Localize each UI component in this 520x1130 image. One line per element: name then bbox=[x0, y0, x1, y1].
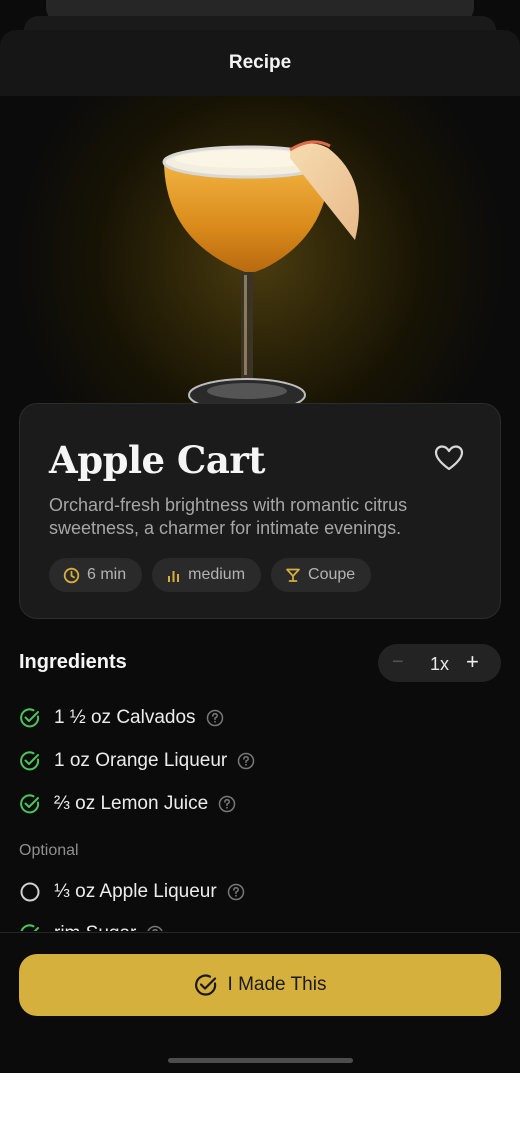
made-this-label: I Made This bbox=[227, 974, 327, 995]
increase-servings-button[interactable]: + bbox=[466, 651, 479, 673]
made-this-button[interactable]: I Made This bbox=[19, 954, 501, 1016]
ingredient-text: 1 ½ oz Calvados bbox=[54, 707, 196, 728]
glass-chip: Coupe bbox=[271, 558, 372, 592]
ingredient-item[interactable]: 1 ½ oz Calvados bbox=[19, 706, 224, 730]
optional-heading: Optional bbox=[19, 842, 79, 859]
recipe-sheet: Recipe Apple Cart Orchard-fresh brightne… bbox=[0, 30, 520, 1073]
empty-circle-icon[interactable] bbox=[19, 881, 41, 903]
question-circle-icon[interactable] bbox=[218, 795, 236, 813]
heart-icon[interactable] bbox=[434, 444, 464, 472]
difficulty-chip: medium bbox=[152, 558, 262, 592]
ingredient-item[interactable]: ⅔ oz Lemon Juice bbox=[19, 792, 236, 816]
question-circle-icon[interactable] bbox=[237, 752, 255, 770]
bottom-action-bar: I Made This bbox=[0, 932, 520, 1073]
question-circle-icon[interactable] bbox=[146, 925, 164, 931]
checkmark-circle-icon bbox=[194, 974, 216, 996]
ingredient-item[interactable]: ⅓ oz Apple Liqueur bbox=[19, 880, 245, 904]
ingredient-text: ⅔ oz Lemon Juice bbox=[54, 793, 209, 814]
drink-description: Orchard-fresh brightness with romantic c… bbox=[49, 495, 408, 538]
glass-label: Coupe bbox=[308, 566, 356, 583]
time-chip: 6 min bbox=[49, 558, 143, 592]
scroll-clip: rim Sugar bbox=[0, 907, 520, 931]
difficulty-bars-icon bbox=[168, 570, 180, 582]
checkmark-circle-icon[interactable] bbox=[19, 750, 41, 772]
home-indicator[interactable] bbox=[168, 1058, 353, 1063]
checkmark-circle-icon[interactable] bbox=[19, 707, 41, 729]
ingredient-text: 1 oz Orange Liqueur bbox=[54, 750, 228, 771]
app-screen: Recipe Apple Cart Orchard-fresh brightne… bbox=[0, 0, 520, 1073]
serving-stepper: − 1x + bbox=[378, 644, 501, 682]
cocktail-image bbox=[162, 140, 359, 412]
ingredient-item[interactable]: rim Sugar bbox=[19, 922, 164, 931]
question-circle-icon[interactable] bbox=[227, 883, 245, 901]
checkmark-circle-icon[interactable] bbox=[19, 793, 41, 815]
recipe-chips: 6 min medium Coupe bbox=[49, 558, 372, 592]
time-label: 6 min bbox=[87, 566, 127, 583]
ingredient-text: ⅓ oz Apple Liqueur bbox=[54, 881, 217, 902]
question-circle-icon[interactable] bbox=[206, 709, 224, 727]
sheet-header: Recipe bbox=[0, 30, 520, 96]
cocktail-glass-icon bbox=[286, 568, 300, 582]
ingredient-text: rim Sugar bbox=[54, 923, 136, 931]
clock-icon bbox=[63, 567, 80, 583]
recipe-info-card: Apple Cart Orchard-fresh brightness with… bbox=[19, 403, 501, 619]
drink-name: Apple Cart bbox=[49, 438, 265, 482]
checkmark-circle-icon[interactable] bbox=[19, 923, 41, 931]
serving-multiplier: 1x bbox=[429, 654, 449, 674]
difficulty-label: medium bbox=[188, 566, 246, 583]
page-title: Recipe bbox=[228, 52, 292, 73]
ingredient-item[interactable]: 1 oz Orange Liqueur bbox=[19, 749, 255, 773]
ingredients-heading: Ingredients bbox=[19, 651, 127, 673]
